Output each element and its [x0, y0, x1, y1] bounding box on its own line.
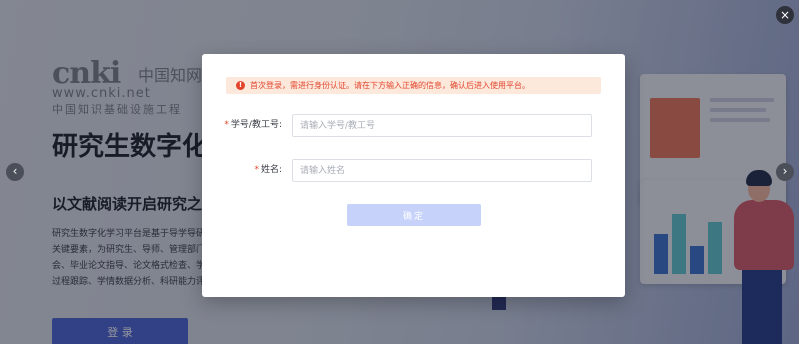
identity-verification-dialog: ! 首次登录，需进行身份认证。请在下方输入正确的信息，确认后进入使用平台。 * 学… [202, 54, 625, 297]
name-label: * 姓名: [254, 159, 282, 182]
student-id-row: * 学号/教工号: [202, 114, 625, 137]
notice-text: 首次登录，需进行身份认证。请在下方输入正确的信息，确认后进入使用平台。 [250, 81, 530, 90]
carousel-next-icon[interactable]: › [776, 163, 794, 181]
warning-icon: ! [236, 81, 245, 90]
student-id-label: * 学号/教工号: [224, 114, 282, 137]
name-row: * 姓名: [202, 159, 625, 182]
student-id-input[interactable] [292, 114, 592, 137]
carousel-prev-icon[interactable]: ‹ [6, 163, 24, 181]
required-mark: * [224, 120, 229, 130]
name-label-text: 姓名: [260, 165, 282, 175]
confirm-button[interactable]: 确定 [347, 204, 481, 226]
required-mark: * [254, 165, 259, 175]
student-id-label-text: 学号/教工号: [230, 120, 282, 130]
name-input[interactable] [292, 159, 592, 182]
notice-banner: ! 首次登录，需进行身份认证。请在下方输入正确的信息，确认后进入使用平台。 [226, 77, 601, 94]
close-icon[interactable]: × [776, 6, 794, 24]
